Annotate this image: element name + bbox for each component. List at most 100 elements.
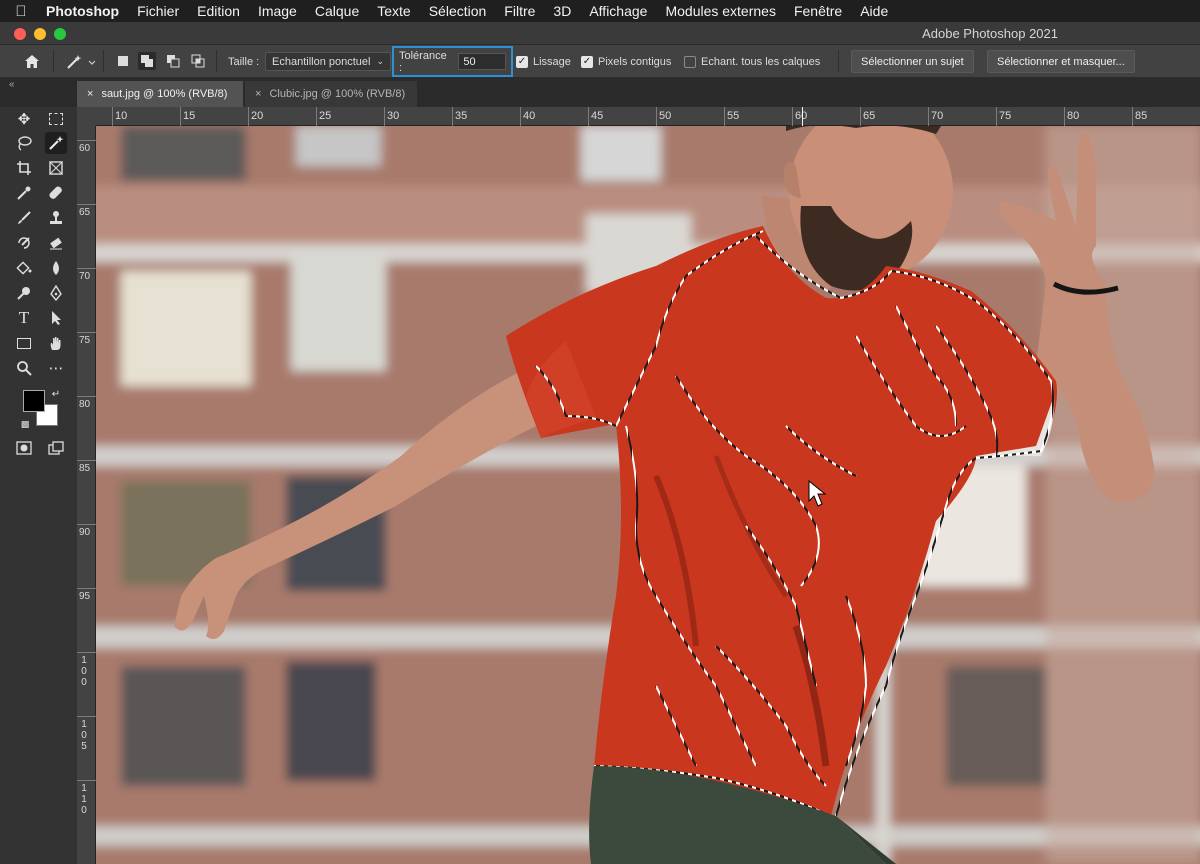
zoom-window-button[interactable] xyxy=(54,28,66,40)
pen-tool-icon[interactable] xyxy=(45,282,67,304)
checkmark-icon: ✓ xyxy=(516,55,528,68)
ruler-tick: 55 xyxy=(724,107,739,126)
zoom-tool-icon[interactable] xyxy=(13,357,35,379)
menu-edit[interactable]: Edition xyxy=(188,3,249,19)
marquee-tool-icon[interactable] xyxy=(45,108,67,130)
collapse-panels-icon[interactable]: « xyxy=(9,79,15,90)
ruler-label: 100 xyxy=(81,655,87,688)
paint-bucket-tool-icon[interactable] xyxy=(13,257,35,279)
document-tab-bar: « × saut.jpg @ 100% (RVB/8) × Clubic.jpg… xyxy=(0,78,1200,107)
ruler-tick xyxy=(77,524,96,525)
tab-saut[interactable]: × saut.jpg @ 100% (RVB/8) xyxy=(77,81,243,107)
menu-plugins[interactable]: Modules externes xyxy=(656,3,785,19)
intersect-selection-icon[interactable] xyxy=(189,52,207,70)
menu-window[interactable]: Fenêtre xyxy=(785,3,851,19)
ruler-tick: 85 xyxy=(1132,107,1147,126)
sample-size-dropdown[interactable]: Echantillon ponctuel ⌄ xyxy=(265,52,392,71)
tools-panel: ✥ T ⋯ ↵ ▩ xyxy=(0,107,77,864)
ruler-label: 70 xyxy=(931,110,944,122)
antialias-label: Lissage xyxy=(533,55,571,68)
foreground-color-swatch[interactable] xyxy=(23,390,45,412)
dodge-tool-icon[interactable] xyxy=(13,282,35,304)
menu-filter[interactable]: Filtre xyxy=(495,3,544,19)
ruler-label: 20 xyxy=(251,110,264,122)
tolerance-input[interactable]: 50 xyxy=(458,53,506,70)
rectangle-tool-icon[interactable] xyxy=(13,332,35,354)
clone-stamp-tool-icon[interactable] xyxy=(45,207,67,229)
menu-3d[interactable]: 3D xyxy=(544,3,580,19)
crop-tool-icon[interactable] xyxy=(13,157,35,179)
ruler-label: 85 xyxy=(1135,110,1148,122)
ruler-tick: 45 xyxy=(588,107,603,126)
sample-all-layers-checkbox[interactable]: Echant. tous les calques xyxy=(684,45,820,78)
ruler-label: 65 xyxy=(79,207,91,218)
ruler-tick: 40 xyxy=(520,107,535,126)
ruler-label: 35 xyxy=(455,110,468,122)
menu-file[interactable]: Fichier xyxy=(128,3,188,19)
ruler-tick xyxy=(77,460,96,461)
menu-image[interactable]: Image xyxy=(249,3,306,19)
ruler-label: 60 xyxy=(79,143,91,154)
screen-mode-icon[interactable] xyxy=(45,437,67,459)
menu-app-name[interactable]: Photoshop xyxy=(42,3,128,19)
new-selection-icon[interactable] xyxy=(114,52,132,70)
ruler-tick: 50 xyxy=(656,107,671,126)
home-icon[interactable] xyxy=(20,45,44,78)
healing-brush-tool-icon[interactable] xyxy=(45,182,67,204)
history-brush-tool-icon[interactable] xyxy=(13,232,35,254)
menu-view[interactable]: Affichage xyxy=(580,3,656,19)
options-bar: Taille : Echantillon ponctuel ⌄ Toléranc… xyxy=(0,45,1200,78)
hand-tool-icon[interactable] xyxy=(45,332,67,354)
close-icon[interactable]: × xyxy=(255,88,261,100)
quick-mask-icon[interactable] xyxy=(13,437,35,459)
contiguous-checkbox[interactable]: ✓ Pixels contigus xyxy=(581,45,671,78)
close-icon[interactable]: × xyxy=(87,88,93,100)
ruler-tick: 10 xyxy=(112,107,127,126)
ruler-tick xyxy=(77,268,96,269)
menu-layer[interactable]: Calque xyxy=(306,3,368,19)
move-tool-icon[interactable]: ✥ xyxy=(13,108,35,130)
frame-tool-icon[interactable] xyxy=(45,157,67,179)
default-colors-icon[interactable]: ▩ xyxy=(18,417,32,431)
menu-type[interactable]: Texte xyxy=(368,3,419,19)
more-tools-icon[interactable]: ⋯ xyxy=(45,357,67,379)
eyedropper-tool-icon[interactable] xyxy=(13,182,35,204)
ruler-label: 80 xyxy=(1067,110,1080,122)
magic-wand-preset-icon[interactable] xyxy=(62,45,98,78)
apple-icon[interactable]:  xyxy=(0,3,42,20)
document-canvas[interactable] xyxy=(96,126,1200,864)
subtract-from-selection-icon[interactable] xyxy=(164,52,182,70)
window-title: Adobe Photoshop 2021 xyxy=(922,26,1058,41)
path-selection-tool-icon[interactable] xyxy=(45,307,67,329)
menu-bar:  Photoshop Fichier Edition Image Calque… xyxy=(0,0,1200,22)
separator xyxy=(216,50,217,72)
blur-tool-icon[interactable] xyxy=(45,257,67,279)
eraser-tool-icon[interactable] xyxy=(45,232,67,254)
ruler-tick: 30 xyxy=(384,107,399,126)
horizontal-ruler[interactable]: 10 15 20 25 30 35 40 45 50 55 60 65 70 7… xyxy=(96,107,1200,126)
vertical-ruler[interactable]: 60 65 70 75 80 85 90 95 100 105 110 xyxy=(77,126,96,864)
menu-help[interactable]: Aide xyxy=(851,3,897,19)
contiguous-label: Pixels contigus xyxy=(598,55,672,68)
lasso-tool-icon[interactable] xyxy=(13,132,35,154)
brush-tool-icon[interactable] xyxy=(13,207,35,229)
close-window-button[interactable] xyxy=(14,28,26,40)
sample-all-layers-label: Echant. tous les calques xyxy=(701,55,821,68)
ruler-tick xyxy=(77,204,96,205)
ruler-tick: 35 xyxy=(452,107,467,126)
add-to-selection-icon[interactable] xyxy=(138,52,156,70)
menu-select[interactable]: Sélection xyxy=(420,3,496,19)
ruler-tick: 70 xyxy=(928,107,943,126)
select-and-mask-button[interactable]: Sélectionner et masquer... xyxy=(987,50,1135,73)
minimize-window-button[interactable] xyxy=(34,28,46,40)
ruler-tick: 25 xyxy=(316,107,331,126)
swap-colors-icon[interactable]: ↵ xyxy=(49,387,63,401)
magic-wand-tool-icon[interactable] xyxy=(45,132,67,154)
ruler-tick xyxy=(77,780,96,781)
tab-label: saut.jpg @ 100% (RVB/8) xyxy=(101,88,228,100)
type-tool-icon[interactable]: T xyxy=(13,307,35,329)
select-subject-button[interactable]: Sélectionner un sujet xyxy=(851,50,974,73)
tab-clubic[interactable]: × Clubic.jpg @ 100% (RVB/8) xyxy=(245,81,417,107)
antialias-checkbox[interactable]: ✓ Lissage xyxy=(516,45,571,78)
ruler-label: 55 xyxy=(727,110,740,122)
